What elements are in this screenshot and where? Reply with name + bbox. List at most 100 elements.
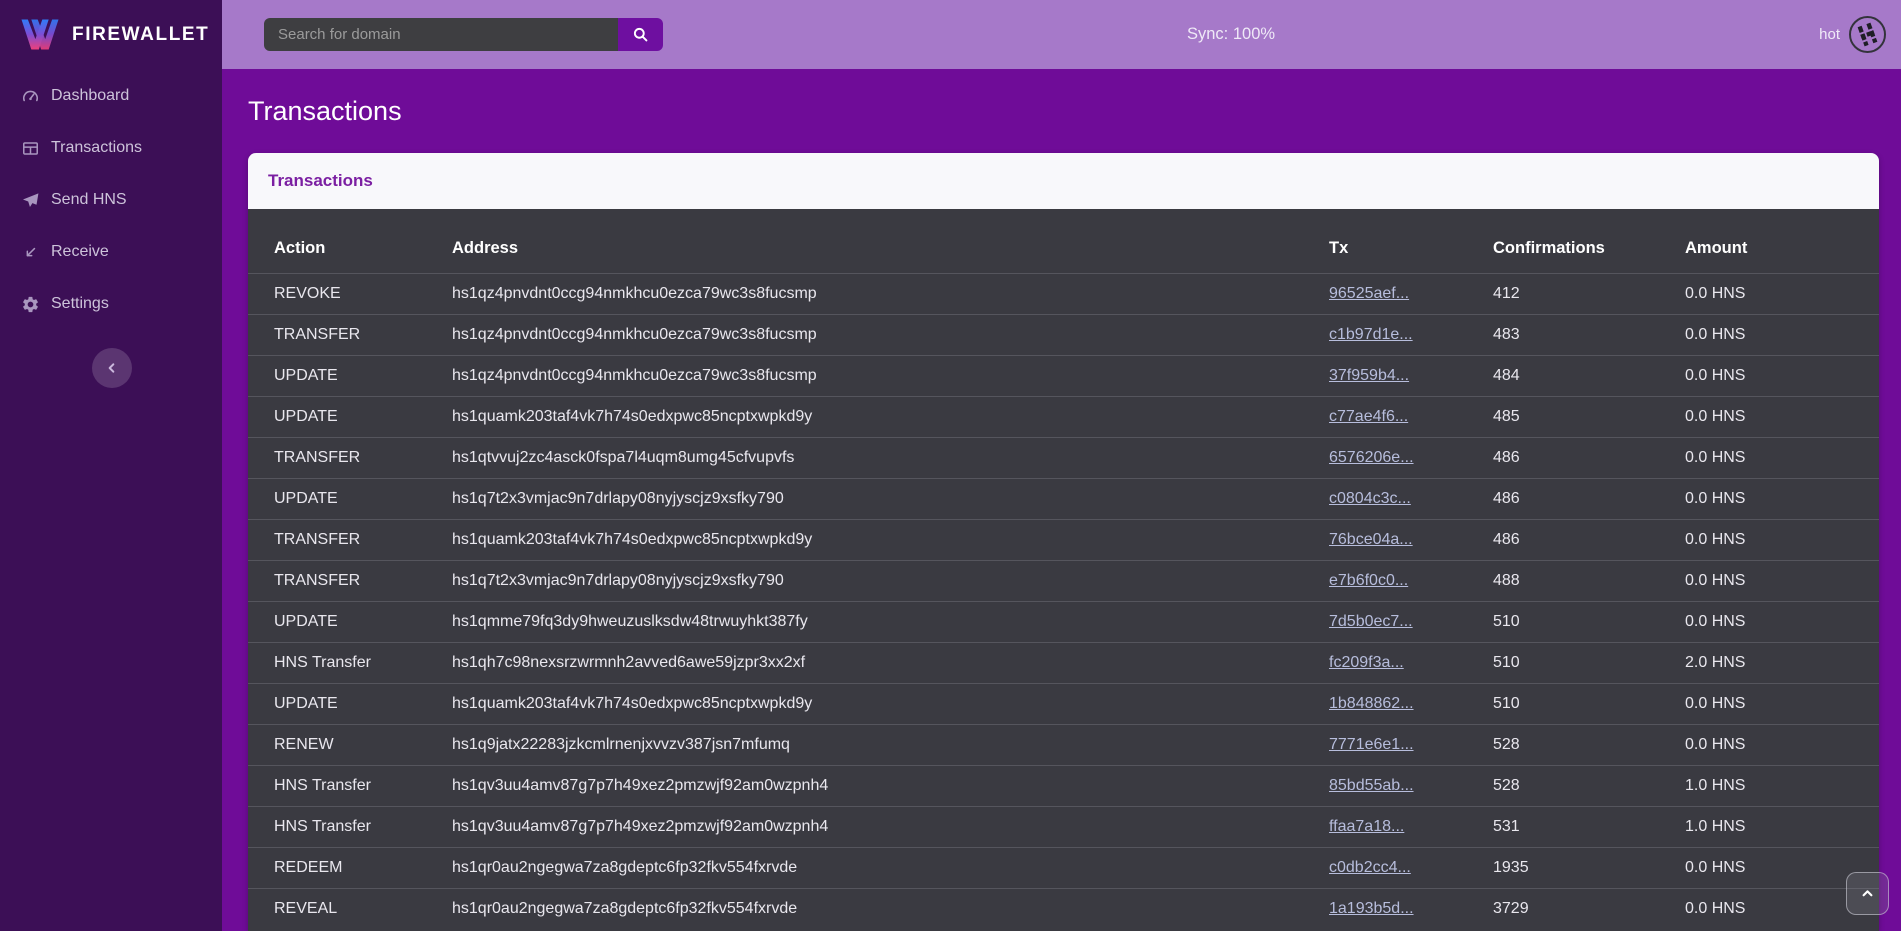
sidebar: FIREWALLET Dashboard Transactions: [0, 0, 222, 931]
tx-link[interactable]: c77ae4f6...: [1329, 408, 1408, 425]
tx-link[interactable]: c0804c3c...: [1329, 490, 1411, 507]
cell-address: hs1qr0au2ngegwa7za8gdeptc6fp32fkv554fxrv…: [452, 888, 1329, 929]
sidebar-item-receive[interactable]: Receive: [0, 238, 222, 266]
cell-amount: 0.0 HNS: [1685, 273, 1879, 314]
cell-amount: 0.0 HNS: [1685, 724, 1879, 765]
tx-link[interactable]: 1a193b5d...: [1329, 900, 1414, 917]
tx-link[interactable]: 96525aef...: [1329, 285, 1409, 302]
chevron-left-icon: [104, 360, 120, 376]
sidebar-item-label: Send HNS: [51, 191, 127, 209]
cell-address: hs1qmme79fq3dy9hweuzuslksdw48trwuyhkt387…: [452, 601, 1329, 642]
tx-link[interactable]: 1b848862...: [1329, 695, 1414, 712]
cell-confirmations: 488: [1493, 560, 1685, 601]
tx-link[interactable]: 6576206e...: [1329, 449, 1414, 466]
cell-action: REDEEM: [248, 847, 452, 888]
tx-link[interactable]: e7b6f0c0...: [1329, 572, 1408, 589]
cell-action: REVOKE: [248, 273, 452, 314]
cell-address: hs1quamk203taf4vk7h74s0edxpwc85ncptxwpkd…: [452, 396, 1329, 437]
tx-link[interactable]: fc209f3a...: [1329, 654, 1404, 671]
cell-confirmations: 486: [1493, 478, 1685, 519]
cell-amount: 0.0 HNS: [1685, 396, 1879, 437]
page-title: Transactions: [248, 93, 1901, 129]
table-row: TRANSFERhs1q7t2x3vmjac9n7drlapy08nyjyscj…: [248, 560, 1879, 601]
table-wrap: Action Address Tx Confirmations Amount R…: [248, 209, 1879, 931]
column-header-amount: Amount: [1685, 209, 1879, 273]
topbar: Sync: 100% hot: [222, 0, 1901, 69]
cell-amount: 0.0 HNS: [1685, 478, 1879, 519]
page-content: Transactions Transactions Action Address…: [222, 69, 1901, 931]
cell-confirmations: 531: [1493, 806, 1685, 847]
tx-link[interactable]: c0db2cc4...: [1329, 859, 1411, 876]
sidebar-item-settings[interactable]: Settings: [0, 290, 222, 318]
cell-action: HNS Transfer: [248, 642, 452, 683]
sidebar-item-dashboard[interactable]: Dashboard: [0, 82, 222, 110]
cell-tx: 1b848862...: [1329, 683, 1493, 724]
cell-confirmations: 3729: [1493, 888, 1685, 929]
tx-link[interactable]: ffaa7a18...: [1329, 818, 1404, 835]
cell-confirmations: 486: [1493, 437, 1685, 478]
sidebar-item-send-hns[interactable]: Send HNS: [0, 186, 222, 214]
cell-confirmations: 510: [1493, 683, 1685, 724]
table-row: REVEALhs1qr0au2ngegwa7za8gdeptc6fp32fkv5…: [248, 888, 1879, 929]
search-input[interactable]: [264, 18, 618, 51]
cell-action: UPDATE: [248, 683, 452, 724]
table-row: TRANSFERhs1qtvvuj2zc4asck0fspa7l4uqm8umg…: [248, 437, 1879, 478]
cell-address: hs1quamk203taf4vk7h74s0edxpwc85ncptxwpkd…: [452, 683, 1329, 724]
cell-tx: e7b6f0c0...: [1329, 560, 1493, 601]
cell-address: hs1q7t2x3vmjac9n7drlapy08nyjyscjz9xsfky7…: [452, 560, 1329, 601]
sidebar-item-label: Transactions: [51, 139, 142, 157]
cell-tx: 1a193b5d...: [1329, 888, 1493, 929]
table-row: UPDATEhs1quamk203taf4vk7h74s0edxpwc85ncp…: [248, 683, 1879, 724]
table-row: UPDATEhs1qz4pnvdnt0ccg94nmkhcu0ezca79wc3…: [248, 355, 1879, 396]
search-button[interactable]: [618, 18, 663, 51]
transactions-table-body: REVOKEhs1qz4pnvdnt0ccg94nmkhcu0ezca79wc3…: [248, 273, 1879, 929]
cell-confirmations: 1935: [1493, 847, 1685, 888]
cell-tx: c0db2cc4...: [1329, 847, 1493, 888]
receive-arrow-icon: [20, 242, 40, 262]
table-row: UPDATEhs1quamk203taf4vk7h74s0edxpwc85ncp…: [248, 396, 1879, 437]
cell-confirmations: 485: [1493, 396, 1685, 437]
transactions-table: Action Address Tx Confirmations Amount R…: [248, 209, 1879, 929]
table-row: HNS Transferhs1qh7c98nexsrzwrmnh2avved6a…: [248, 642, 1879, 683]
table-row: UPDATEhs1q7t2x3vmjac9n7drlapy08nyjyscjz9…: [248, 478, 1879, 519]
cell-tx: 7d5b0ec7...: [1329, 601, 1493, 642]
scroll-top-button[interactable]: [1846, 872, 1889, 915]
sidebar-item-label: Dashboard: [51, 87, 129, 105]
cell-action: TRANSFER: [248, 560, 452, 601]
sidebar-collapse-button[interactable]: [92, 348, 132, 388]
tx-link[interactable]: 85bd55ab...: [1329, 777, 1414, 794]
cell-tx: 76bce04a...: [1329, 519, 1493, 560]
cell-confirmations: 528: [1493, 724, 1685, 765]
table-row: REDEEMhs1qr0au2ngegwa7za8gdeptc6fp32fkv5…: [248, 847, 1879, 888]
tx-link[interactable]: c1b97d1e...: [1329, 326, 1413, 343]
brand-name: FIREWALLET: [72, 24, 209, 46]
card-title: Transactions: [268, 171, 373, 191]
tx-link[interactable]: 7d5b0ec7...: [1329, 613, 1413, 630]
table-header-row: Action Address Tx Confirmations Amount: [248, 209, 1879, 273]
cell-tx: c77ae4f6...: [1329, 396, 1493, 437]
cell-tx: 85bd55ab...: [1329, 765, 1493, 806]
sidebar-item-transactions[interactable]: Transactions: [0, 134, 222, 162]
cell-address: hs1qtvvuj2zc4asck0fspa7l4uqm8umg45cfvupv…: [452, 437, 1329, 478]
cell-amount: 0.0 HNS: [1685, 355, 1879, 396]
tx-link[interactable]: 7771e6e1...: [1329, 736, 1414, 753]
settings-gear-icon: [20, 294, 40, 314]
table-row: HNS Transferhs1qv3uu4amv87g7p7h49xez2pmz…: [248, 765, 1879, 806]
brand: FIREWALLET: [0, 0, 222, 69]
cell-action: UPDATE: [248, 355, 452, 396]
wallet-indicator: hot: [1819, 16, 1901, 53]
cell-action: UPDATE: [248, 396, 452, 437]
cell-amount: 1.0 HNS: [1685, 765, 1879, 806]
search-icon: [631, 25, 650, 44]
tx-link[interactable]: 37f959b4...: [1329, 367, 1409, 384]
tx-link[interactable]: 76bce04a...: [1329, 531, 1413, 548]
cell-amount: 0.0 HNS: [1685, 683, 1879, 724]
cell-confirmations: 486: [1493, 519, 1685, 560]
handshake-logo-icon[interactable]: [1849, 16, 1886, 53]
cell-action: UPDATE: [248, 601, 452, 642]
table-row: HNS Transferhs1qv3uu4amv87g7p7h49xez2pmz…: [248, 806, 1879, 847]
sidebar-item-label: Settings: [51, 295, 109, 313]
chevron-up-icon: [1859, 885, 1876, 902]
cell-action: TRANSFER: [248, 314, 452, 355]
cell-address: hs1qh7c98nexsrzwrmnh2avved6awe59jzpr3xx2…: [452, 642, 1329, 683]
